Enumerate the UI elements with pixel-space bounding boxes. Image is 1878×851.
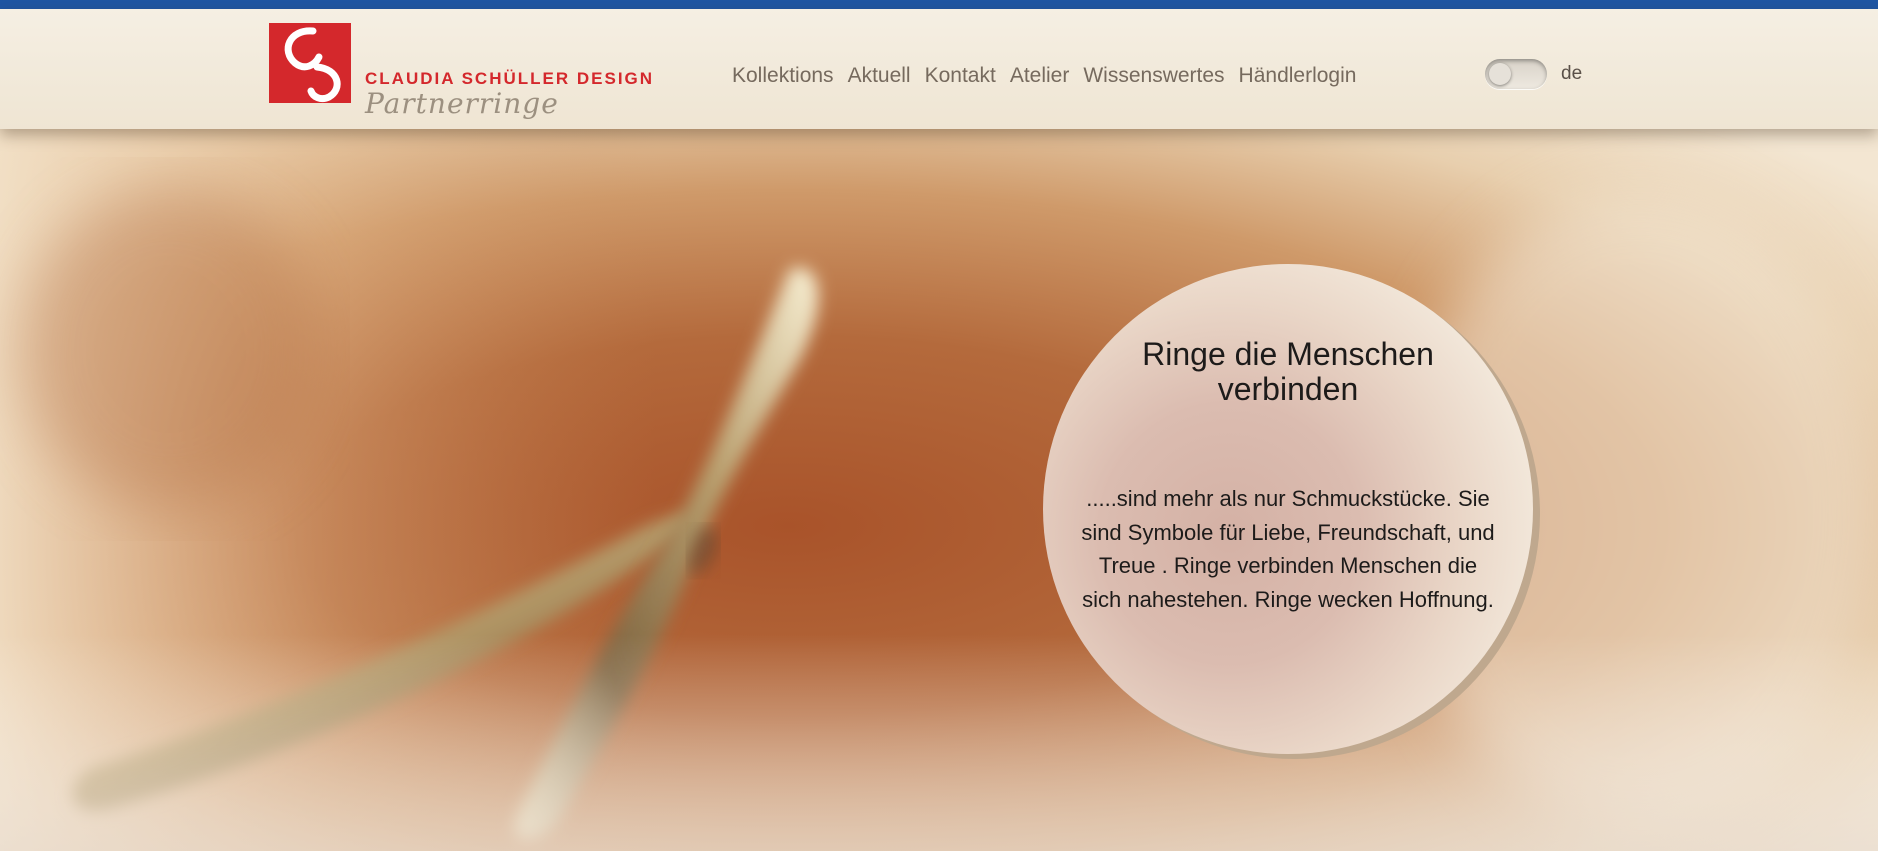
site-header: CLAUDIA SCHÜLLER DESIGN Partnerringe Kol… [0,9,1878,129]
top-accent-bar [0,0,1878,9]
logo-title: CLAUDIA SCHÜLLER DESIGN [365,69,655,88]
teaser-text: .....sind mehr als nur Schmuckstücke. Si… [1081,486,1495,612]
logo[interactable]: CLAUDIA SCHÜLLER DESIGN Partnerringe [269,23,689,120]
nav-item-atelier[interactable]: Atelier [1010,64,1070,88]
nav-item-aktuell[interactable]: Aktuell [848,64,911,88]
language-switcher: de [1485,59,1582,89]
language-toggle[interactable] [1485,59,1547,89]
nav-item-kollektions[interactable]: Kollektions [732,64,834,88]
nav-item-wissenswertes[interactable]: Wissenswertes [1083,64,1224,88]
rings-photo [0,129,1878,851]
hero-image [0,129,1878,851]
main-nav: Kollektions Aktuell Kontakt Atelier Wiss… [732,64,1356,88]
cs-logo-mark-icon [269,23,351,103]
toggle-knob [1489,63,1511,85]
nav-item-kontakt[interactable]: Kontakt [925,64,996,88]
logo-subtitle: Partnerringe [365,87,559,120]
nav-item-haendlerlogin[interactable]: Händlerlogin [1239,64,1357,88]
teaser-title: Ringe die Menschen verbinden [1142,336,1434,407]
language-label[interactable]: de [1561,63,1582,85]
